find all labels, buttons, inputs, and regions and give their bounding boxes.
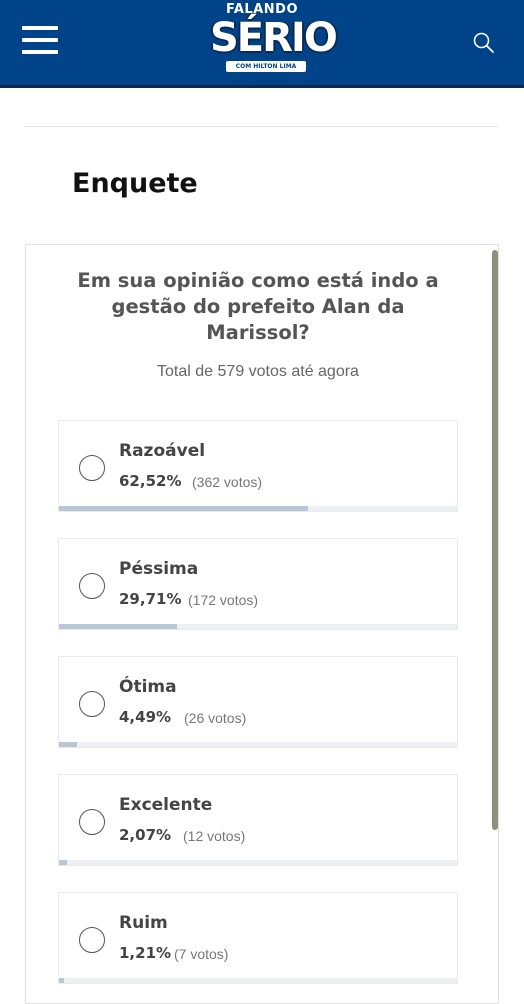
option-votes: (362 votos) — [192, 474, 263, 490]
search-button[interactable] — [472, 31, 496, 55]
menu-button[interactable] — [22, 26, 58, 54]
option-votes: (12 votos) — [183, 828, 246, 844]
option-label: Ótima — [119, 677, 177, 697]
poll-option-pessima[interactable]: Péssima 29,71% (172 votos) — [58, 538, 458, 630]
search-icon — [473, 32, 494, 53]
option-label: Ruim — [119, 913, 168, 933]
page-title: Enquete — [72, 168, 198, 199]
progress-bar — [59, 506, 308, 511]
progress-bar — [59, 860, 67, 865]
progress-track — [59, 860, 457, 865]
content-divider — [24, 126, 498, 127]
option-votes: (7 votos) — [174, 946, 229, 962]
site-logo[interactable]: FALANDO SÉRIO COM HILTON LIMA — [210, 2, 338, 74]
logo-sub-text: COM HILTON LIMA — [226, 61, 306, 72]
radio-button[interactable] — [79, 809, 105, 835]
progress-track — [59, 978, 457, 983]
option-percent: 4,49% — [119, 708, 172, 726]
poll-option-otima[interactable]: Ótima 4,49% (26 votos) — [58, 656, 458, 748]
scrollbar[interactable] — [492, 250, 498, 830]
radio-button[interactable] — [79, 927, 105, 953]
option-percent: 1,21% — [119, 944, 172, 962]
option-label: Péssima — [119, 559, 199, 579]
option-label: Excelente — [119, 795, 213, 815]
option-votes: (172 votos) — [188, 592, 259, 608]
progress-bar — [59, 624, 177, 629]
poll-option-razoavel[interactable]: Razoável 62,52% (362 votos) — [58, 420, 458, 512]
logo-main-text: SÉRIO — [210, 15, 338, 61]
progress-track — [59, 624, 457, 629]
option-percent: 62,52% — [119, 472, 182, 490]
hamburger-icon — [22, 26, 58, 30]
progress-track — [59, 742, 457, 747]
poll-question: Em sua opinião como está indo a gestão d… — [77, 269, 439, 344]
progress-track — [59, 506, 457, 511]
poll-option-ruim[interactable]: Ruim 1,21% (7 votos) — [58, 892, 458, 984]
option-percent: 2,07% — [119, 826, 172, 844]
progress-bar — [59, 742, 77, 747]
radio-button[interactable] — [79, 573, 105, 599]
option-label: Razoável — [119, 441, 206, 461]
option-percent: 29,71% — [119, 590, 182, 608]
poll-total: Total de 579 votos até agora — [157, 363, 359, 380]
poll-option-excelente[interactable]: Excelente 2,07% (12 votos) — [58, 774, 458, 866]
site-header: FALANDO SÉRIO COM HILTON LIMA — [0, 0, 524, 88]
radio-button[interactable] — [79, 455, 105, 481]
progress-bar — [59, 978, 64, 983]
radio-button[interactable] — [79, 691, 105, 717]
option-votes: (26 votos) — [184, 710, 247, 726]
